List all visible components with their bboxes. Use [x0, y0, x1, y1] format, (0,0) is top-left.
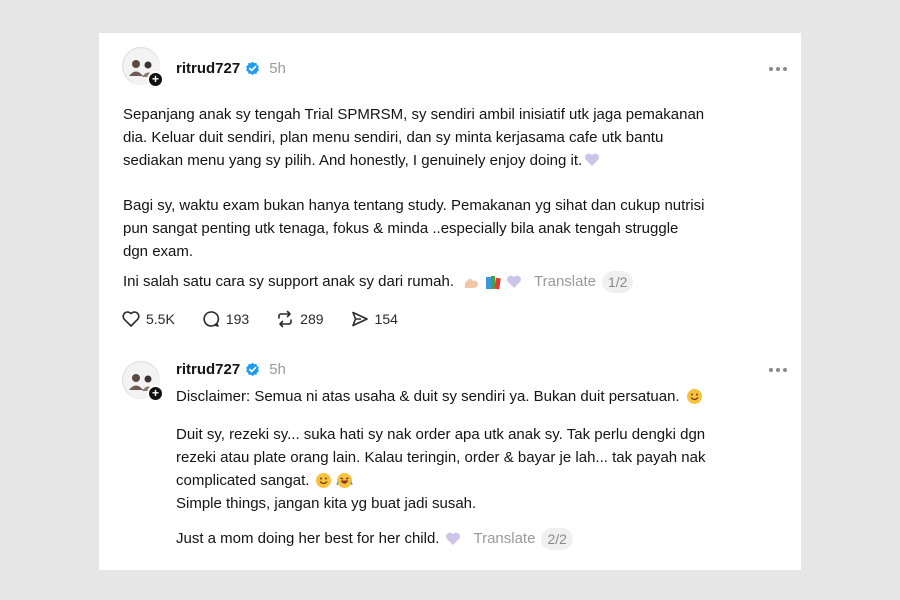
post-text-span: complicated sangat.	[176, 472, 310, 489]
verified-badge-icon	[246, 362, 260, 376]
more-dot	[776, 368, 780, 372]
post-header: ritrud727 5h	[176, 57, 286, 79]
post-actions: 5.5K 193 289 154	[121, 309, 424, 329]
more-options-button[interactable]	[769, 67, 787, 71]
more-dot	[783, 368, 787, 372]
comment-count: 193	[225, 311, 250, 327]
post-text-line: complicated sangat.	[176, 469, 706, 492]
repost-count: 289	[300, 311, 324, 327]
heart-icon	[122, 311, 140, 327]
more-dots-icon	[769, 67, 773, 71]
post-text-paragraph-1: Disclaimer: Semua ni atas usaha & duit s…	[176, 385, 705, 408]
follow-plus-icon[interactable]: +	[147, 71, 164, 88]
translate-link[interactable]: Translate	[473, 527, 535, 550]
comment-bubble-icon	[203, 311, 219, 327]
share-count: 154	[374, 311, 398, 327]
post-text-line: dia. Keluar duit sendiri, plan menu send…	[123, 129, 664, 146]
purple-heart-icon	[507, 275, 521, 288]
post-header: ritrud727 5h	[176, 358, 286, 380]
translate-link[interactable]: Translate	[534, 270, 596, 293]
timestamp: 5h	[269, 360, 286, 378]
post-text-line: rezeki atau plate orang lain. Kalau teri…	[176, 449, 706, 466]
like-button[interactable]: 5.5K	[121, 309, 175, 329]
post-text-paragraph-1: Sepanjang anak sy tengah Trial SPMRSM, s…	[123, 103, 704, 172]
more-options-button[interactable]	[769, 368, 787, 372]
more-dots-icon	[769, 368, 773, 372]
post-text-paragraph-3: Ini salah satu cara sy support anak sy d…	[123, 270, 634, 293]
share-button[interactable]: 154	[350, 309, 398, 329]
post-text-span: sediakan menu yang sy pilih. And honestl…	[123, 152, 583, 169]
flexed-biceps-icon	[464, 278, 478, 288]
post-text-line: Bagi sy, waktu exam bukan hanya tentang …	[123, 197, 705, 214]
post-text-paragraph-2: Bagi sy, waktu exam bukan hanya tentang …	[123, 194, 704, 263]
more-dot	[776, 67, 780, 71]
thread-page-indicator: 2/2	[541, 527, 573, 550]
verified-badge-icon	[246, 61, 260, 75]
post-text-line: Simple things, jangan kita yg buat jadi …	[176, 495, 477, 512]
post-text-line: sediakan menu yang sy pilih. And honestl…	[123, 149, 704, 172]
post-text-line: Duit sy, rezeki sy... suka hati sy nak o…	[176, 426, 706, 443]
post-text-paragraph-3: Just a mom doing her best for her child.…	[176, 527, 573, 550]
username[interactable]: ritrud727	[176, 361, 240, 378]
like-count: 5.5K	[146, 311, 175, 327]
purple-heart-icon	[446, 532, 461, 545]
post-text-paragraph-2: Duit sy, rezeki sy... suka hati sy nak o…	[176, 423, 706, 515]
post-text-line: Sepanjang anak sy tengah Trial SPMRSM, s…	[123, 106, 705, 123]
post-text-line: Ini salah satu cara sy support anak sy d…	[123, 273, 454, 290]
repost-button[interactable]: 289	[275, 309, 324, 329]
avatar[interactable]: +	[122, 361, 164, 402]
post-text-line: dgn exam.	[123, 243, 194, 260]
repost-icon	[278, 310, 292, 328]
smiling-face-icon	[316, 473, 332, 488]
username[interactable]: ritrud727	[176, 60, 240, 77]
thread-page-indicator: 1/2	[601, 270, 634, 293]
avatar[interactable]: +	[122, 47, 164, 88]
post-text-line: Disclaimer: Semua ni atas usaha & duit s…	[176, 388, 680, 405]
post-text-line: pun sangat penting utk tenaga, fokus & m…	[123, 220, 679, 237]
books-icon	[486, 275, 501, 289]
timestamp: 5h	[269, 59, 286, 77]
thread-card: + ritrud727 5h Sepanjang anak sy tengah …	[99, 33, 801, 570]
laughing-face-icon	[336, 473, 354, 488]
share-send-icon	[351, 311, 368, 327]
post-text-line: Just a mom doing her best for her child.	[176, 530, 440, 547]
purple-heart-icon	[585, 153, 600, 166]
comment-button[interactable]: 193	[201, 309, 249, 329]
more-dot	[783, 67, 787, 71]
grinning-sweat-icon	[686, 389, 702, 404]
follow-plus-icon[interactable]: +	[147, 385, 164, 402]
